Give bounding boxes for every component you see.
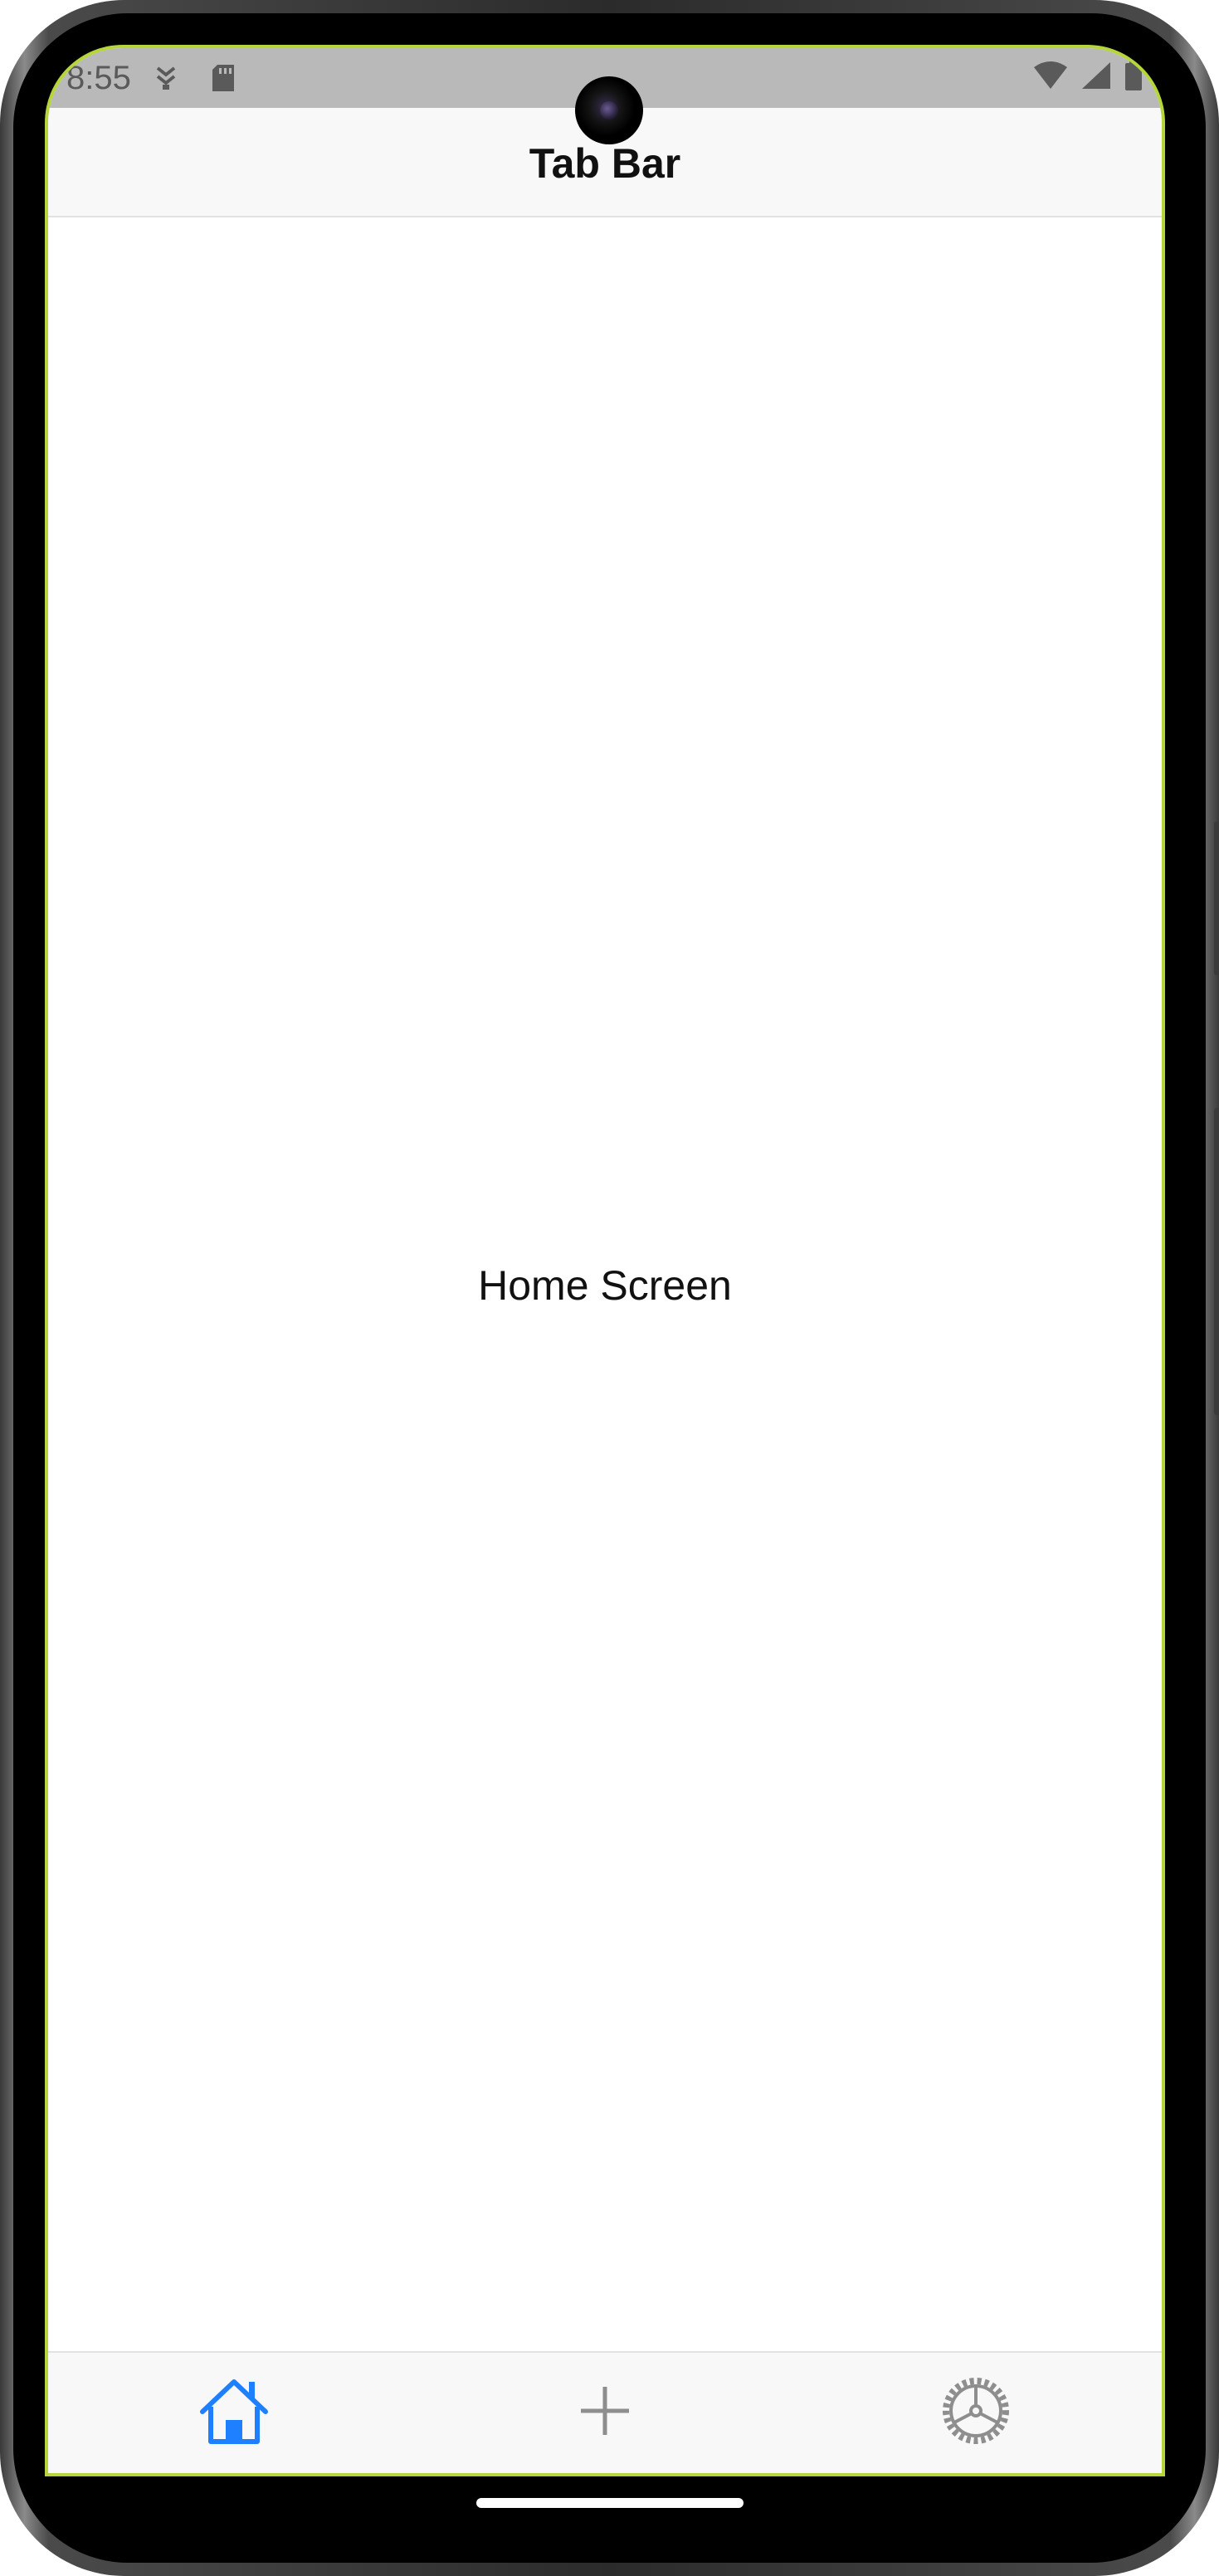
home-indicator-bar[interactable]: [475, 2498, 744, 2508]
tab-add[interactable]: [419, 2353, 790, 2473]
status-time: 8:55: [66, 60, 131, 96]
sd-card-icon: [211, 63, 236, 97]
volume-button: [1214, 822, 1219, 975]
home-icon: [196, 2377, 272, 2449]
home-screen-content: Home Screen: [48, 217, 1162, 2353]
tab-bar: [48, 2351, 1162, 2473]
plus-icon: [578, 2383, 632, 2442]
tab-settings[interactable]: [791, 2353, 1162, 2473]
wifi-icon: [1032, 61, 1069, 95]
status-right-icons: [1032, 60, 1143, 95]
power-button: [1214, 1108, 1219, 1415]
phone-screen: 8:55 Tab Bar Home Screen: [48, 48, 1162, 2473]
camera-icon: [575, 76, 643, 144]
page-title: Tab Bar: [529, 140, 681, 187]
notification-icon: [154, 63, 178, 97]
settings-gear-icon: [939, 2374, 1012, 2452]
home-screen-label: Home Screen: [478, 1261, 732, 1309]
battery-icon: [1124, 60, 1143, 95]
tab-home[interactable]: [48, 2353, 419, 2473]
signal-icon: [1080, 61, 1112, 95]
